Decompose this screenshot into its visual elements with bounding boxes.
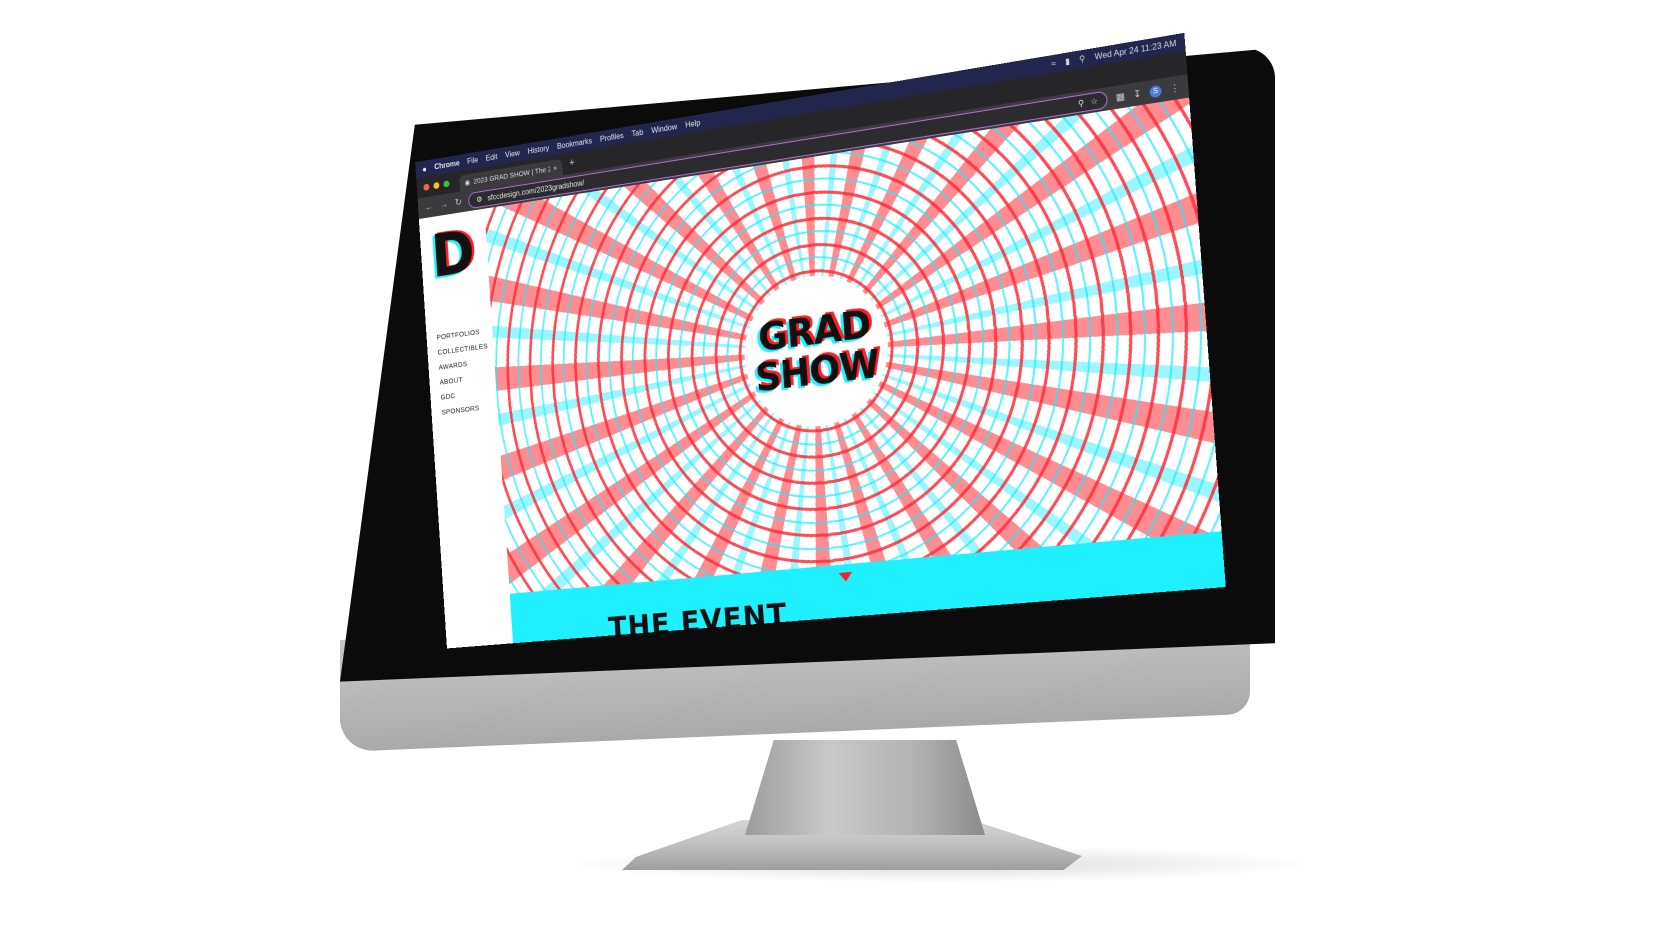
site-logo[interactable]: D D D	[427, 215, 482, 293]
extensions-icon[interactable]: ▦	[1115, 90, 1125, 103]
apple-icon[interactable]: ●	[422, 164, 427, 174]
menu-history[interactable]: History	[527, 144, 549, 156]
monitor-mockup: ● Chrome File Edit View History Bookmark…	[0, 0, 1664, 936]
window-controls	[423, 179, 450, 191]
new-tab-icon[interactable]: +	[569, 157, 575, 169]
nav-link-collectibles[interactable]: COLLECTIBLES	[437, 341, 493, 357]
search-icon[interactable]: ⚲	[1079, 54, 1086, 64]
menu-help[interactable]: Help	[685, 118, 701, 129]
event-section-title: THE EVENT	[607, 597, 789, 644]
menu-app-name[interactable]: Chrome	[434, 159, 460, 172]
close-tab-icon[interactable]: ×	[553, 164, 557, 173]
battery-icon[interactable]: ▮	[1065, 56, 1070, 66]
scroll-down-arrow-icon[interactable]	[838, 571, 853, 583]
download-icon[interactable]: ↧	[1133, 88, 1142, 101]
more-menu-icon[interactable]: ⋮	[1170, 81, 1181, 94]
nav-link-awards[interactable]: AWARDS	[438, 356, 494, 371]
nav-link-portfolios[interactable]: PORTFOLIOS	[436, 326, 492, 341]
nav-link-gdc[interactable]: GDC	[440, 386, 496, 401]
menu-view[interactable]: View	[505, 149, 520, 160]
forward-icon[interactable]: →	[439, 199, 448, 211]
monitor-screen: ● Chrome File Edit View History Bookmark…	[415, 32, 1226, 649]
menu-edit[interactable]: Edit	[485, 152, 497, 162]
site-nav: PORTFOLIOS COLLECTIBLES AWARDS ABOUT GDC…	[436, 326, 497, 416]
site-info-icon[interactable]: ⚙	[476, 194, 483, 203]
menu-tab[interactable]: Tab	[631, 128, 643, 139]
maximize-window-icon[interactable]	[443, 179, 450, 188]
nav-link-about[interactable]: ABOUT	[439, 371, 495, 386]
zoom-icon[interactable]: ⚲	[1078, 98, 1085, 108]
favicon-icon: ◉	[464, 177, 471, 188]
menu-file[interactable]: File	[467, 156, 478, 166]
bookmark-star-icon[interactable]: ☆	[1090, 96, 1098, 107]
reload-icon[interactable]: ↻	[455, 197, 463, 208]
minimize-window-icon[interactable]	[433, 181, 440, 189]
close-window-icon[interactable]	[423, 183, 430, 191]
profile-avatar[interactable]: S	[1149, 84, 1162, 98]
menu-window[interactable]: Window	[651, 122, 677, 135]
wifi-icon[interactable]: ≈	[1051, 59, 1056, 69]
nav-link-sponsors[interactable]: SPONSORS	[441, 401, 497, 416]
menu-profiles[interactable]: Profiles	[600, 131, 624, 144]
hero-title-line2: SHOW SHOW SHOW	[751, 338, 884, 403]
back-icon[interactable]: ←	[424, 201, 433, 213]
